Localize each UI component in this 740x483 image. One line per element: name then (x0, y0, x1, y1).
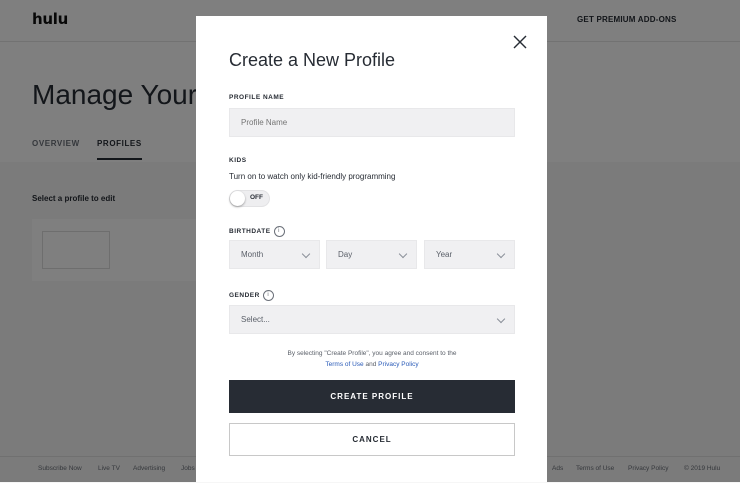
birth-month-value: Month (241, 250, 264, 259)
toggle-knob (230, 191, 245, 206)
toggle-state-label: OFF (250, 194, 263, 201)
birth-year-value: Year (436, 250, 453, 259)
consent-text: By selecting "Create Profile", you agree… (229, 349, 515, 370)
kids-description: Turn on to watch only kid-friendly progr… (229, 172, 396, 181)
create-profile-button[interactable]: CREATE PROFILE (229, 380, 515, 413)
chevron-down-icon (496, 249, 506, 259)
gender-select-value: Select... (241, 315, 270, 324)
privacy-policy-link[interactable]: Privacy Policy (378, 361, 418, 368)
profile-name-input[interactable] (229, 108, 515, 137)
birth-year-select[interactable]: Year (424, 240, 515, 269)
chevron-down-icon (398, 249, 408, 259)
birth-month-select[interactable]: Month (229, 240, 320, 269)
birthdate-label-text: BIRTHDATE (229, 228, 271, 236)
close-icon[interactable] (512, 34, 528, 50)
create-profile-modal: Create a New Profile PROFILE NAME KIDS T… (196, 16, 547, 482)
consent-and: and (365, 360, 377, 368)
info-icon[interactable]: i (273, 226, 285, 237)
kids-label: KIDS (229, 157, 247, 164)
profile-name-label: PROFILE NAME (229, 94, 285, 101)
birth-day-value: Day (338, 250, 353, 259)
gender-label-text: GENDER (229, 292, 260, 300)
cancel-button[interactable]: CANCEL (229, 423, 515, 456)
modal-title: Create a New Profile (229, 50, 396, 70)
consent-prefix: By selecting "Create Profile", you agree… (287, 350, 457, 357)
kids-toggle[interactable]: OFF (229, 190, 270, 207)
birthdate-label: BIRTHDATE i (229, 226, 285, 237)
chevron-down-icon (301, 249, 311, 259)
birth-day-select[interactable]: Day (326, 240, 417, 269)
info-icon[interactable]: i (262, 290, 274, 301)
gender-label: GENDER i (229, 290, 274, 301)
terms-of-use-link[interactable]: Terms of Use (325, 361, 363, 368)
gender-select[interactable]: Select... (229, 305, 515, 334)
chevron-down-icon (496, 314, 506, 324)
